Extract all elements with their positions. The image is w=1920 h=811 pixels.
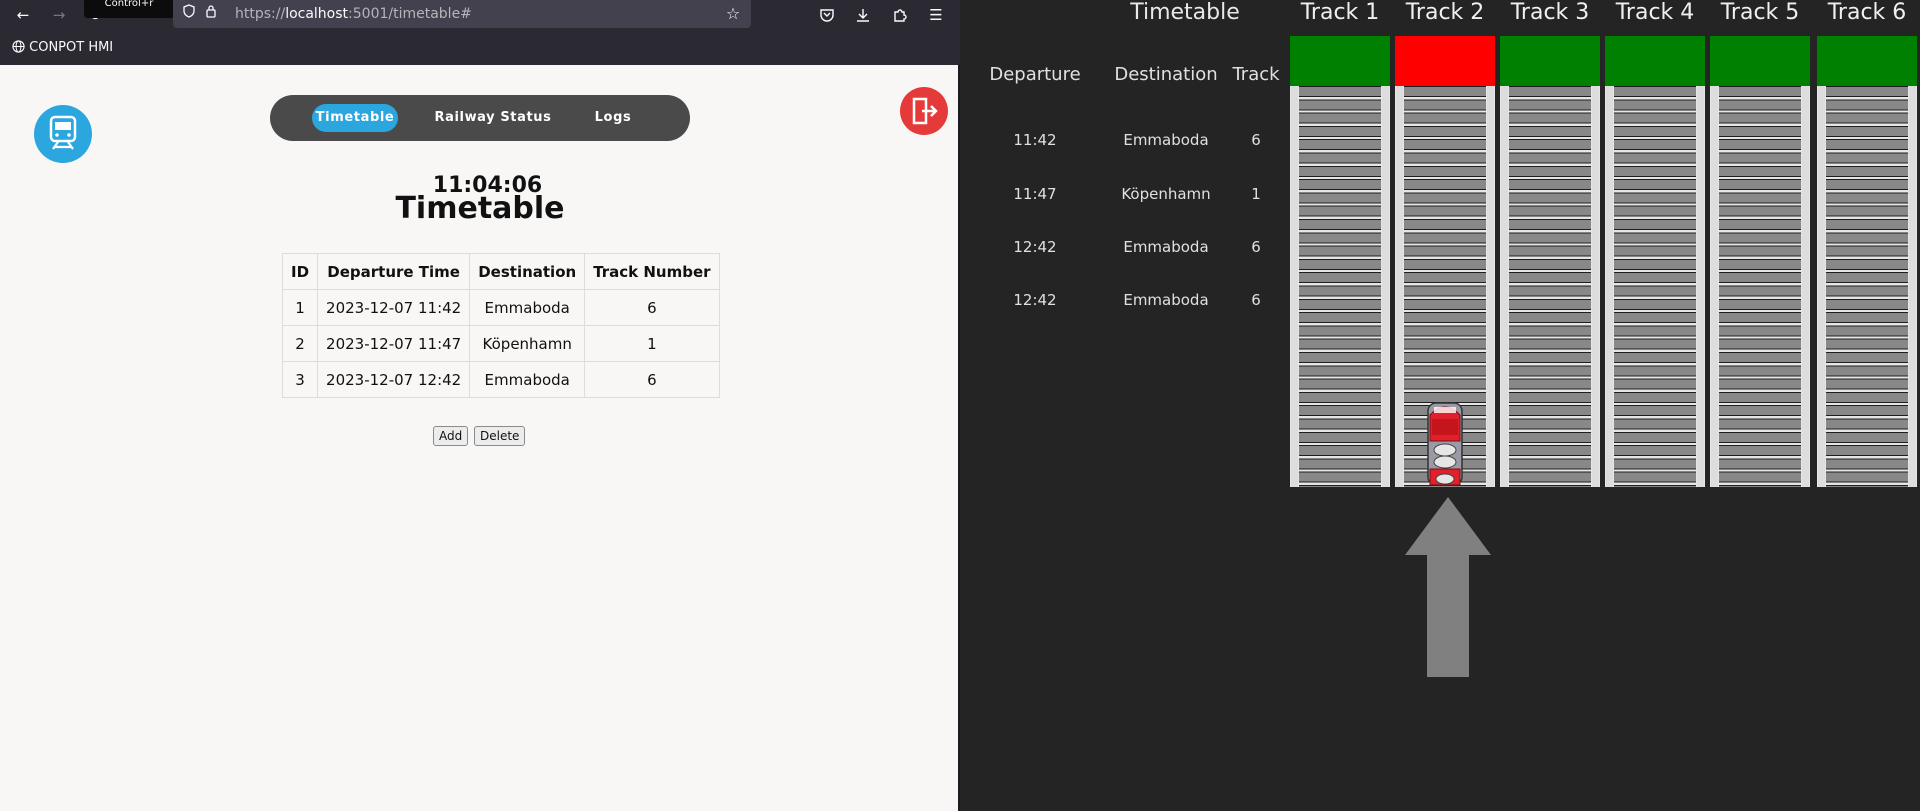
track-signal-4: [1605, 36, 1705, 86]
hmi-destination: Emmaboda: [1123, 291, 1209, 309]
track-label-4: Track 4: [1615, 0, 1695, 25]
menu-icon[interactable]: ☰: [925, 4, 947, 26]
table-row[interactable]: 1 2023-12-07 11:42 Emmaboda 6: [281, 289, 720, 326]
hmi-departure-time: 11:42: [1013, 131, 1057, 149]
track-6: [1817, 36, 1917, 487]
track-label-3: Track 3: [1510, 0, 1590, 25]
hmi-track: 6: [1251, 291, 1261, 309]
track-signal-6: [1817, 36, 1917, 86]
track-label-6: Track 6: [1827, 0, 1907, 25]
header-id: ID: [281, 253, 319, 290]
page-title: Timetable: [395, 191, 565, 226]
hmi-track: 6: [1251, 131, 1261, 149]
train-logo-icon: [34, 105, 92, 163]
cell-id: 1: [281, 289, 319, 326]
track-rails-1: [1299, 86, 1381, 487]
back-arrow-icon[interactable]: ←: [12, 4, 34, 26]
logout-button[interactable]: [900, 87, 948, 135]
browser-window: ← → ↻ Control+r https://localhost:5001/t…: [0, 0, 960, 811]
logout-icon: [912, 97, 938, 125]
train-icon: [1427, 402, 1463, 486]
url-scheme: https://: [235, 6, 286, 22]
hmi-destination: Emmaboda: [1123, 238, 1209, 256]
globe-icon: [12, 40, 29, 55]
up-arrow-icon: [1405, 497, 1491, 677]
browser-nav-bar: ← → ↻ Control+r https://localhost:5001/t…: [0, 0, 960, 30]
track-label-5: Track 5: [1720, 0, 1800, 25]
cell-destination: Köpenhamn: [469, 325, 586, 362]
url-path: :5001/timetable#: [348, 6, 472, 22]
hmi-destination: Emmaboda: [1123, 131, 1209, 149]
table-row[interactable]: 3 2023-12-07 12:42 Emmaboda 6: [281, 361, 720, 398]
cell-departure-time: 2023-12-07 11:47: [317, 325, 471, 362]
cell-track-number: 6: [584, 361, 720, 398]
hmi-departure-row: 12:42 Emmaboda 6: [962, 291, 1282, 311]
timetable-table: ID Departure Time Destination Track Numb…: [281, 253, 720, 398]
track-rails-3: [1509, 86, 1591, 487]
track-label-2: Track 2: [1405, 0, 1485, 25]
hmi-header-track: Track: [1232, 64, 1280, 85]
main-nav-tabs: Timetable Railway Status Logs: [270, 95, 690, 141]
table-header-row: ID Departure Time Destination Track Numb…: [281, 253, 720, 290]
cell-id: 3: [281, 361, 319, 398]
cell-departure-time: 2023-12-07 11:42: [317, 289, 471, 326]
bookmarks-bar: CONPOT HMI: [0, 30, 960, 66]
hmi-header-departure: Departure: [989, 64, 1081, 85]
track-1: [1290, 36, 1390, 487]
track-4: [1605, 36, 1705, 487]
track-rails-4: [1614, 86, 1696, 487]
add-button[interactable]: Add: [433, 426, 469, 446]
track-rails-5: [1719, 86, 1801, 487]
hmi-track: 1: [1251, 185, 1261, 203]
tab-timetable[interactable]: Timetable: [312, 104, 398, 132]
cell-id: 2: [281, 325, 319, 362]
url-text[interactable]: https://localhost:5001/timetable#: [235, 6, 472, 22]
header-departure-time: Departure Time: [317, 253, 471, 290]
url-bar[interactable]: https://localhost:5001/timetable# ☆: [173, 0, 751, 28]
web-page: Timetable Railway Status Logs 11:04:06 T…: [0, 65, 960, 811]
cell-track-number: 1: [584, 325, 720, 362]
hmi-timetable-title: Timetable: [1130, 0, 1240, 25]
hmi-track: 6: [1251, 238, 1261, 256]
hmi-departure-time: 12:42: [1013, 291, 1057, 309]
cell-destination: Emmaboda: [469, 361, 586, 398]
reload-tooltip: Control+r: [84, 0, 174, 18]
forward-arrow-icon[interactable]: →: [48, 4, 70, 26]
table-row[interactable]: 2 2023-12-07 11:47 Köpenhamn 1: [281, 325, 720, 362]
track-signal-2: [1395, 36, 1495, 86]
hmi-departure-row: 11:47 Köpenhamn 1: [962, 185, 1282, 205]
pocket-icon[interactable]: [816, 4, 838, 26]
header-track-number: Track Number: [584, 253, 720, 290]
url-host: localhost: [285, 6, 349, 22]
hmi-header-destination: Destination: [1114, 64, 1218, 85]
track-5: [1710, 36, 1810, 487]
track-3: [1500, 36, 1600, 487]
cell-track-number: 6: [584, 289, 720, 326]
tab-logs[interactable]: Logs: [588, 104, 638, 132]
track-label-1: Track 1: [1300, 0, 1380, 25]
bookmark-star-icon[interactable]: ☆: [723, 4, 743, 24]
lock-icon[interactable]: [201, 4, 221, 24]
tracking-shield-icon[interactable]: [179, 4, 199, 24]
track-signal-3: [1500, 36, 1600, 86]
track-rails-6: [1826, 86, 1908, 487]
header-destination: Destination: [469, 253, 586, 290]
bookmark-conpot-hmi[interactable]: CONPOT HMI: [12, 40, 113, 55]
hmi-departure-row: 11:42 Emmaboda 6: [962, 131, 1282, 151]
hmi-departure-time: 11:47: [1013, 185, 1057, 203]
hmi-destination: Köpenhamn: [1121, 185, 1211, 203]
downloads-icon[interactable]: [852, 4, 874, 26]
track-signal-5: [1710, 36, 1810, 86]
hmi-departure-row: 12:42 Emmaboda 6: [962, 238, 1282, 258]
cell-departure-time: 2023-12-07 12:42: [317, 361, 471, 398]
extensions-icon[interactable]: [889, 4, 911, 26]
tab-railway-status[interactable]: Railway Status: [430, 104, 556, 132]
delete-button[interactable]: Delete: [474, 426, 526, 446]
track-signal-1: [1290, 36, 1390, 86]
hmi-departure-time: 12:42: [1013, 238, 1057, 256]
bookmark-label: CONPOT HMI: [29, 40, 114, 55]
cell-destination: Emmaboda: [469, 289, 586, 326]
